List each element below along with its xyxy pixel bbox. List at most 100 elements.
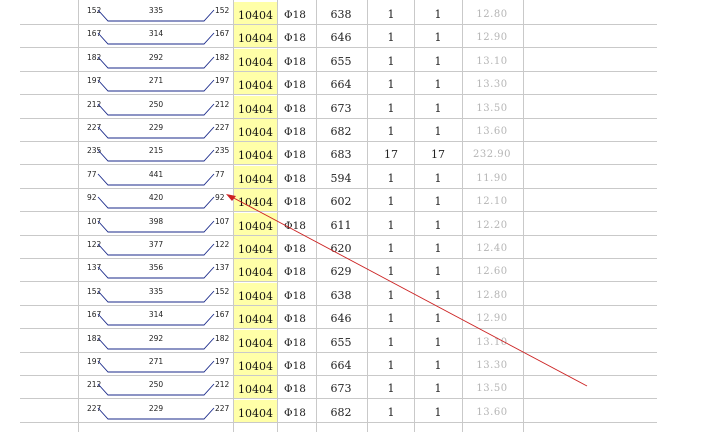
table-row[interactable]: 77 441 77 10404 Φ18 594 1 1 11.90 bbox=[0, 165, 718, 189]
shape-right-dim: 137 bbox=[215, 263, 230, 272]
quantity-cell: 1 bbox=[387, 405, 395, 419]
table-row[interactable]: 235 215 235 10404 Φ18 683 17 17 232.90 bbox=[0, 142, 718, 166]
total-quantity-cell: 1 bbox=[434, 242, 442, 255]
weight-cell: 13.10 bbox=[476, 336, 508, 348]
length-cell: 620 bbox=[330, 242, 352, 255]
table-row[interactable]: 182 292 182 10404 Φ18 655 1 1 13.10 bbox=[0, 48, 718, 72]
shape-left-dim: 227 bbox=[87, 123, 102, 132]
total-quantity-cell: 1 bbox=[434, 382, 442, 396]
shape-right-dim: 212 bbox=[215, 380, 230, 389]
table-row[interactable]: 152 335 152 10404 Φ18 638 1 1 12.80 bbox=[0, 2, 718, 25]
shape-right-dim: 122 bbox=[215, 240, 230, 249]
shape-mid-dim: 314 bbox=[149, 29, 164, 38]
diameter-cell: Φ18 bbox=[284, 32, 306, 45]
shape-mid-dim: 271 bbox=[149, 76, 164, 85]
shape-left-dim: 235 bbox=[87, 146, 102, 155]
shape-mid-dim: 314 bbox=[149, 310, 164, 319]
shape-mid-dim: 250 bbox=[149, 380, 164, 389]
bar-code-cell: 10404 bbox=[234, 236, 277, 259]
shape-right-dim: 235 bbox=[215, 146, 230, 155]
total-quantity-cell: 1 bbox=[434, 288, 442, 302]
total-quantity-cell: 1 bbox=[434, 265, 442, 279]
shape-right-dim: 92 bbox=[215, 193, 225, 202]
diameter-cell: Φ18 bbox=[284, 55, 306, 68]
shape-mid-dim: 229 bbox=[149, 123, 164, 132]
length-cell: 664 bbox=[330, 78, 352, 92]
table-row[interactable]: 197 271 197 10404 Φ18 664 1 1 13.30 bbox=[0, 353, 718, 376]
length-cell: 646 bbox=[330, 312, 352, 326]
length-cell: 655 bbox=[330, 54, 352, 68]
shape-mid-dim: 229 bbox=[149, 404, 164, 413]
total-quantity-cell: 1 bbox=[434, 54, 442, 68]
diameter-cell: Φ18 bbox=[284, 79, 306, 92]
weight-cell: 12.90 bbox=[476, 313, 508, 325]
quantity-cell: 1 bbox=[387, 101, 395, 115]
table-row[interactable]: 227 229 227 10404 Φ18 682 1 1 13.60 bbox=[0, 119, 718, 142]
diameter-cell: Φ18 bbox=[284, 9, 306, 21]
table-row[interactable]: 182 292 182 10404 Φ18 655 1 1 13.10 bbox=[0, 329, 718, 353]
table-row[interactable]: 152 335 152 10404 Φ18 638 1 1 12.80 bbox=[0, 282, 718, 306]
length-cell: 673 bbox=[330, 382, 352, 396]
table-row[interactable]: 212 250 212 10404 Φ18 673 1 1 13.50 bbox=[0, 95, 718, 119]
shape-left-dim: 197 bbox=[87, 76, 102, 85]
table-row[interactable]: 167 314 167 10404 Φ18 646 1 1 12.90 bbox=[0, 25, 718, 49]
shape-left-dim: 122 bbox=[87, 240, 102, 249]
rebar-schedule-table: 152 335 152 10404 Φ18 638 1 1 12.80 167 … bbox=[0, 0, 718, 432]
table-row[interactable]: 92 420 92 10404 Φ18 602 1 1 12.10 bbox=[0, 189, 718, 213]
bar-code-cell: 10404 bbox=[234, 306, 277, 330]
bar-code-cell: 10404 bbox=[234, 399, 277, 423]
diameter-cell: Φ18 bbox=[284, 266, 306, 279]
shape-left-dim: 212 bbox=[87, 100, 102, 109]
bent-bar-shape-icon: 182 292 182 bbox=[87, 334, 230, 350]
total-quantity-cell: 1 bbox=[434, 195, 442, 209]
shape-mid-dim: 250 bbox=[149, 100, 164, 109]
length-cell: 594 bbox=[330, 171, 352, 185]
diameter-cell: Φ18 bbox=[284, 219, 306, 232]
quantity-cell: 1 bbox=[387, 125, 395, 138]
bent-bar-shape-icon: 212 250 212 bbox=[87, 100, 230, 116]
bent-bar-shape-icon: 137 356 137 bbox=[87, 263, 230, 279]
total-quantity-cell: 1 bbox=[434, 335, 442, 349]
table-row[interactable]: 212 250 212 10404 Φ18 673 1 1 13.50 bbox=[0, 376, 718, 400]
bent-bar-shape-icon: 122 377 122 bbox=[87, 240, 230, 256]
length-cell: 683 bbox=[330, 148, 352, 162]
bent-bar-shape-icon: 197 271 197 bbox=[87, 76, 230, 92]
table-row[interactable]: 122 377 122 10404 Φ18 620 1 1 12.40 bbox=[0, 236, 718, 259]
shape-mid-dim: 292 bbox=[149, 53, 164, 62]
quantity-cell: 1 bbox=[387, 288, 395, 302]
shape-right-dim: 167 bbox=[215, 310, 230, 319]
diameter-cell: Φ18 bbox=[284, 336, 306, 349]
weight-cell: 13.30 bbox=[476, 360, 508, 371]
bar-code-cell: 10404 bbox=[234, 165, 277, 189]
table-row[interactable]: 227 229 227 10404 Φ18 682 1 1 13.60 bbox=[0, 399, 718, 423]
diameter-cell: Φ18 bbox=[284, 406, 306, 419]
bent-bar-shape-icon: 235 215 235 bbox=[87, 146, 230, 162]
bent-bar-shape-icon: 182 292 182 bbox=[87, 53, 230, 69]
shape-right-dim: 77 bbox=[215, 170, 225, 179]
shape-right-dim: 227 bbox=[215, 404, 230, 413]
quantity-cell: 1 bbox=[387, 242, 395, 255]
weight-cell: 12.90 bbox=[476, 32, 508, 44]
shape-right-dim: 152 bbox=[215, 6, 230, 15]
shape-mid-dim: 398 bbox=[149, 217, 164, 226]
diameter-cell: Φ18 bbox=[284, 172, 306, 185]
bent-bar-shape-icon: 107 398 107 bbox=[87, 217, 230, 233]
bent-bar-shape-icon: 227 229 227 bbox=[87, 404, 230, 420]
bar-code-cell: 10404 bbox=[234, 48, 277, 72]
quantity-cell: 17 bbox=[384, 148, 398, 162]
total-quantity-cell: 1 bbox=[434, 359, 442, 372]
table-row[interactable]: 167 314 167 10404 Φ18 646 1 1 12.90 bbox=[0, 306, 718, 330]
shape-right-dim: 107 bbox=[215, 217, 230, 226]
shape-mid-dim: 356 bbox=[149, 263, 164, 272]
shape-right-dim: 197 bbox=[215, 76, 230, 85]
table-row[interactable]: 197 271 197 10404 Φ18 664 1 1 13.30 bbox=[0, 72, 718, 96]
diameter-cell: Φ18 bbox=[284, 383, 306, 396]
quantity-cell: 1 bbox=[387, 312, 395, 326]
weight-cell: 13.60 bbox=[476, 126, 508, 137]
table-row[interactable]: 107 398 107 10404 Φ18 611 1 1 12.20 bbox=[0, 212, 718, 236]
shape-mid-dim: 215 bbox=[149, 146, 164, 155]
length-cell: 646 bbox=[330, 31, 352, 45]
table-row[interactable]: 137 356 137 10404 Φ18 629 1 1 12.60 bbox=[0, 259, 718, 283]
shape-mid-dim: 292 bbox=[149, 334, 164, 343]
quantity-cell: 1 bbox=[387, 31, 395, 45]
